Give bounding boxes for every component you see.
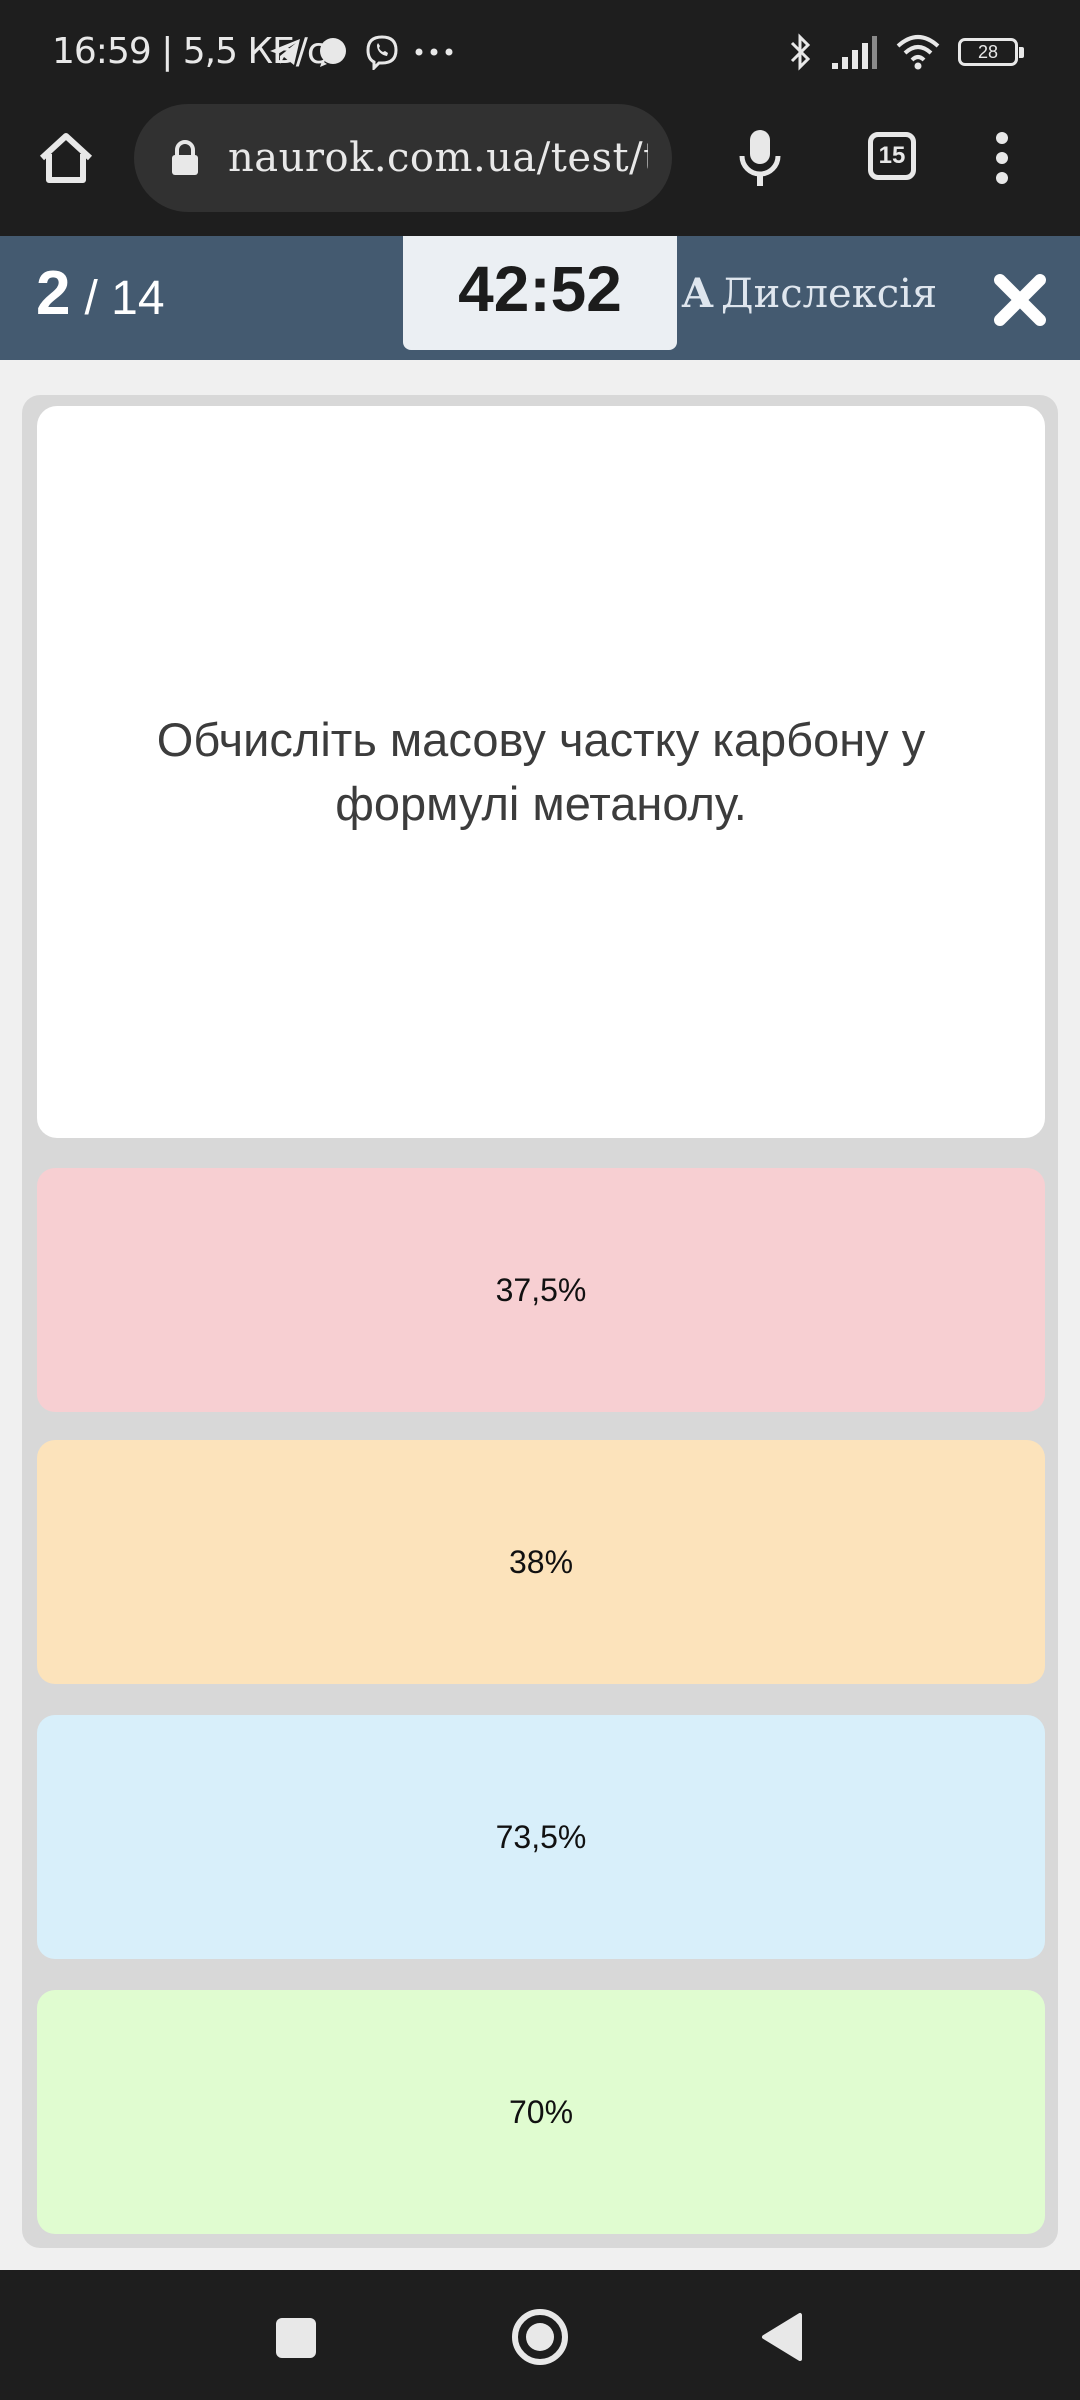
question-card: Обчисліть масову частку карбону у формул… (37, 406, 1045, 1138)
status-app-icons (268, 32, 454, 72)
wifi-icon (896, 35, 940, 70)
answer-label: 73,5% (495, 1818, 587, 1855)
url-text: naurok.com.ua/test/test (228, 135, 648, 181)
mic-icon[interactable] (736, 126, 784, 190)
home-icon[interactable] (36, 128, 96, 188)
address-bar[interactable]: naurok.com.ua/test/test (134, 104, 672, 212)
menu-icon[interactable] (990, 130, 1014, 186)
close-icon[interactable] (992, 272, 1048, 328)
answer-label: 38% (508, 1543, 574, 1580)
timer: 42:52 (403, 236, 677, 350)
status-system-icons: 28 (788, 30, 1024, 74)
current-question-number: 2 (36, 259, 71, 328)
answer-label: 70% (508, 2093, 574, 2130)
answer-option-4[interactable]: 70% (37, 1990, 1045, 2234)
question-counter: 2 / 14 (36, 258, 165, 329)
recent-apps-icon[interactable] (276, 2318, 316, 2358)
quiz-header: 2 / 14 42:52 A Дислексія (0, 236, 1080, 360)
dyslexia-icon: A (682, 270, 714, 317)
answer-option-2[interactable]: 38% (37, 1440, 1045, 1684)
telegram-icon (270, 39, 300, 65)
question-text: Обчисліть масову частку карбону у формул… (156, 713, 926, 830)
lock-icon (172, 140, 198, 175)
signal-icon (320, 38, 346, 67)
signal-strength-icon (832, 36, 877, 69)
tabs-icon[interactable]: 15 (868, 132, 916, 180)
viber-icon (366, 35, 398, 70)
answer-label: 37,5% (495, 1271, 587, 1308)
home-circle-icon[interactable] (511, 2308, 569, 2366)
more-dots-icon (415, 48, 453, 56)
bluetooth-icon (790, 33, 811, 71)
answer-option-3[interactable]: 73,5% (37, 1715, 1045, 1959)
battery-icon: 28 (958, 38, 1024, 66)
dyslexia-toggle[interactable]: A Дислексія (682, 270, 937, 317)
browser-toolbar: naurok.com.ua/test/test 15 (0, 104, 1080, 236)
total-questions: / 14 (84, 272, 165, 325)
system-nav-bar (0, 2270, 1080, 2400)
dyslexia-label: Дислексія (721, 271, 938, 317)
status-bar: 16:59 | 5,5 КБ/с 28 (0, 0, 1080, 104)
answer-option-1[interactable]: 37,5% (37, 1168, 1045, 1412)
back-icon[interactable] (760, 2312, 804, 2362)
